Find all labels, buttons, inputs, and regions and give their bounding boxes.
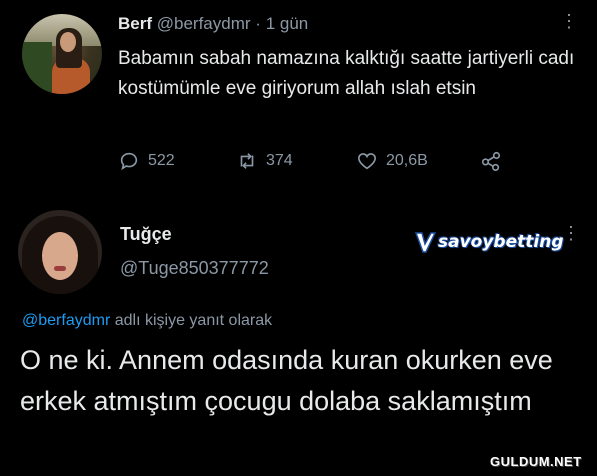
avatar-face [42,232,78,280]
heart-icon [357,153,377,170]
reply-avatar[interactable] [18,210,102,294]
share-icon [481,151,501,171]
sponsor-logo: savoybetting [414,228,563,256]
replying-to: @berfaydmr adlı kişiye yanıt olarak [22,312,272,330]
reply-icon [120,152,138,171]
replying-to-suffix: adlı kişiye yanıt olarak [114,312,273,329]
retweet-button[interactable]: 374 [236,150,293,172]
share-button[interactable] [480,150,502,172]
tweet-actions: 522 374 20,6B [118,150,538,176]
reply-author-name[interactable]: Tuğçe [120,224,172,245]
retweet-count: 374 [266,152,293,169]
tweet[interactable]: Berf @berfaydmr · 1 gün ⋮ Babamın sabah … [0,0,597,200]
sponsor-logo-text: savoybetting [438,232,564,252]
author-handle[interactable]: @berfaydmr [157,14,251,33]
more-options-icon[interactable]: ⋮ [562,224,580,242]
reply-text: O ne ki. Annem odasında kuran okurken ev… [20,345,553,416]
reply-count: 522 [148,152,175,169]
separator-dot: · [255,14,261,33]
like-button[interactable]: 20,6B [356,150,428,172]
savoy-v-logo-icon [414,232,436,253]
tweet-text: Babamın sabah namazına kalktığı saatte j… [118,48,575,99]
tweet-header: Berf @berfaydmr · 1 gün [118,14,308,34]
avatar-face [60,32,76,52]
tweet-time[interactable]: 1 gün [266,14,309,33]
reply-author-handle[interactable]: @Tuge850377772 [120,258,269,279]
like-count: 20,6B [386,152,428,169]
more-options-icon[interactable]: ⋮ [560,12,578,30]
watermark: GULDUM.NET [490,454,582,469]
replying-to-mention[interactable]: @berfaydmr [22,312,110,329]
avatar[interactable] [22,14,102,94]
author-name[interactable]: Berf [118,14,152,33]
avatar-lips [54,266,66,271]
retweet-icon [240,153,254,169]
avatar-foliage [22,42,52,94]
reply-button[interactable]: 522 [118,150,175,172]
